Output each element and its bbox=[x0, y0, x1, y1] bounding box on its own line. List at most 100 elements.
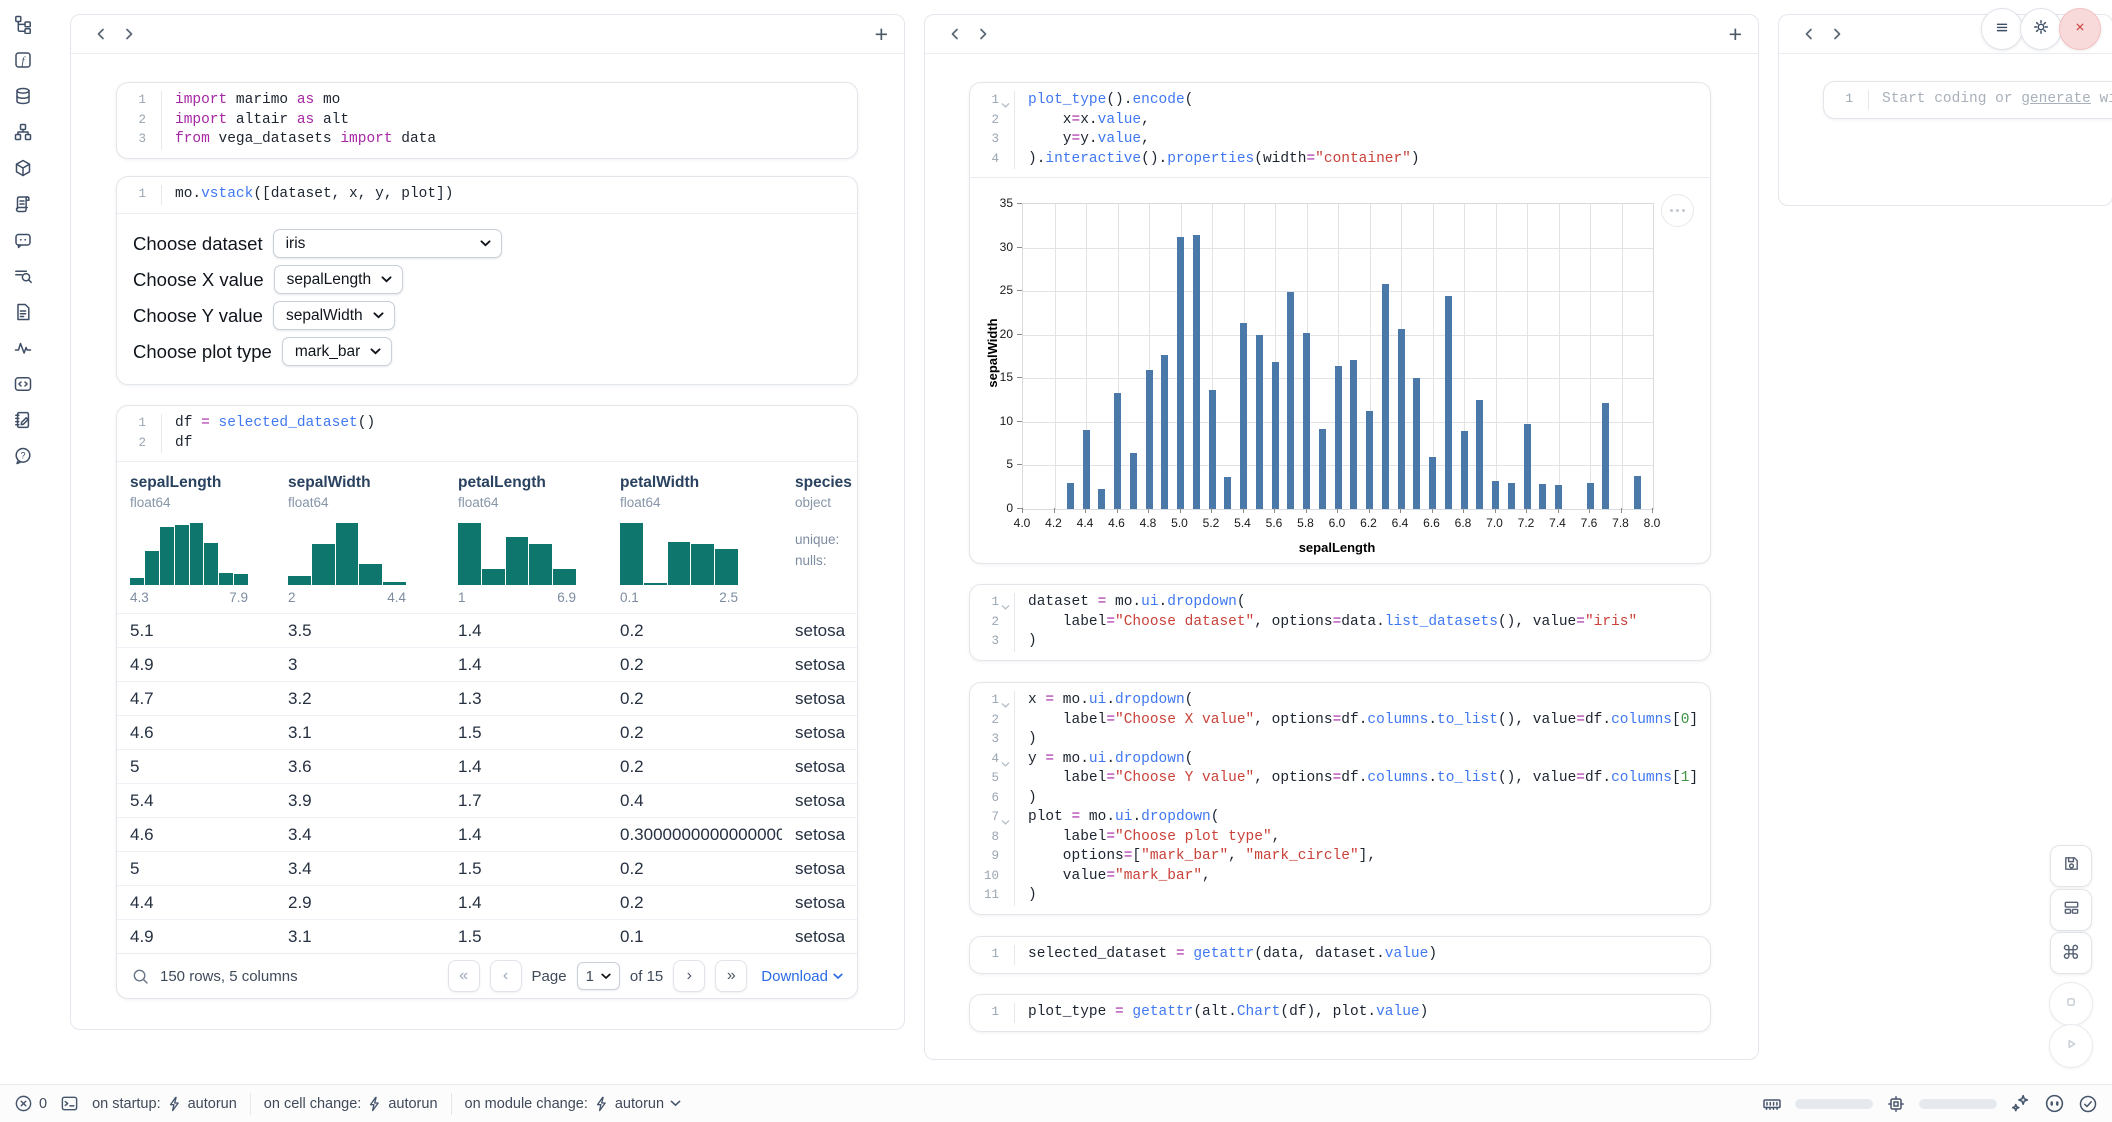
stop-button[interactable] bbox=[2049, 982, 2093, 1026]
layout-button[interactable] bbox=[2050, 889, 2092, 931]
dropdown-x-value[interactable]: sepalLength bbox=[274, 265, 403, 294]
column-header-species[interactable]: speciesobjectunique:nulls: bbox=[782, 474, 857, 605]
chart-bar[interactable] bbox=[1445, 296, 1452, 509]
terminal-button[interactable] bbox=[60, 1094, 79, 1113]
chart-bar[interactable] bbox=[1587, 483, 1594, 509]
chart-bar[interactable] bbox=[1335, 366, 1342, 509]
cell-dataframe[interactable]: 1df = selected_dataset()2df sepalLengthf… bbox=[116, 405, 858, 999]
chart-bar[interactable] bbox=[1398, 329, 1405, 509]
chart-bar[interactable] bbox=[1224, 477, 1231, 509]
cell-chart[interactable]: 1plot_type().encode(2 x=x.value,3 y=y.va… bbox=[969, 82, 1711, 564]
chart-bar[interactable] bbox=[1098, 489, 1105, 509]
column-scroll-left-icon[interactable] bbox=[87, 21, 115, 47]
dropdown-y-value[interactable]: sepalWidth bbox=[273, 301, 395, 330]
chart-bar[interactable] bbox=[1366, 411, 1373, 509]
chart-bar[interactable] bbox=[1461, 431, 1468, 509]
code-editor[interactable]: 1plot_type = getattr(alt.Chart(df), plot… bbox=[970, 995, 1710, 1031]
code-editor[interactable]: 1dataset = mo.ui.dropdown(2 label="Choos… bbox=[970, 585, 1710, 660]
cell-imports[interactable]: 1import marimo as mo2import altair as al… bbox=[116, 82, 858, 159]
sidebar-dependency-graph-icon[interactable] bbox=[13, 122, 33, 142]
cell-plot-type[interactable]: 1plot_type = getattr(alt.Chart(df), plot… bbox=[969, 994, 1711, 1032]
sidebar-variables-icon[interactable]: f bbox=[13, 50, 33, 70]
sidebar-tracing-icon[interactable] bbox=[13, 338, 33, 358]
ai-sparkles-button[interactable] bbox=[2010, 1093, 2031, 1114]
chart-bar[interactable] bbox=[1272, 362, 1279, 509]
sidebar-documentation-icon[interactable] bbox=[13, 302, 33, 322]
chart-bar[interactable] bbox=[1240, 323, 1247, 509]
chart-plot-area[interactable] bbox=[1022, 203, 1654, 510]
chart-bar[interactable] bbox=[1634, 476, 1641, 509]
chart-bar[interactable] bbox=[1209, 390, 1216, 509]
autorun-segment[interactable]: on cell change:autorun bbox=[264, 1096, 438, 1112]
column-header-petalLength[interactable]: petalLengthfloat6416.9 bbox=[445, 474, 607, 605]
table-row[interactable]: 4.42.91.40.2setosa bbox=[117, 885, 857, 919]
page-select[interactable]: 1 bbox=[577, 962, 620, 990]
command-palette-button[interactable]: ⌘ bbox=[2050, 932, 2092, 974]
add-cell-button[interactable]: + bbox=[1729, 23, 1742, 46]
code-editor[interactable]: 1selected_dataset = getattr(data, datase… bbox=[970, 937, 1710, 973]
sidebar-datasources-icon[interactable] bbox=[13, 86, 33, 106]
table-row[interactable]: 4.93.11.50.1setosa bbox=[117, 919, 857, 953]
connection-status-button[interactable] bbox=[2078, 1094, 2098, 1114]
cell-selected-dataset[interactable]: 1selected_dataset = getattr(data, datase… bbox=[969, 936, 1711, 974]
chart-bar[interactable] bbox=[1193, 235, 1200, 509]
chart-bar[interactable] bbox=[1146, 370, 1153, 509]
chart-bar[interactable] bbox=[1256, 335, 1263, 509]
first-page-button[interactable]: « bbox=[448, 960, 480, 992]
table-row[interactable]: 53.61.40.2setosa bbox=[117, 749, 857, 783]
column-scroll-right-icon[interactable] bbox=[115, 21, 143, 47]
next-page-button[interactable]: › bbox=[673, 960, 705, 992]
code-editor[interactable]: 1df = selected_dataset()2df bbox=[117, 406, 857, 461]
code-editor[interactable]: 1import marimo as mo2import altair as al… bbox=[117, 83, 857, 158]
table-row[interactable]: 4.63.41.40.30000000000000004setosa bbox=[117, 817, 857, 851]
chart-menu-button[interactable] bbox=[1661, 194, 1694, 227]
cell-xy-plot-dropdowns[interactable]: 1x = mo.ui.dropdown(2 label="Choose X va… bbox=[969, 682, 1711, 915]
dropdown-plot-type[interactable]: mark_bar bbox=[282, 337, 392, 366]
code-editor[interactable]: 1x = mo.ui.dropdown(2 label="Choose X va… bbox=[970, 683, 1710, 914]
column-scroll-left-icon[interactable] bbox=[1795, 21, 1823, 47]
errors-button[interactable] bbox=[14, 1094, 33, 1113]
column-scroll-right-icon[interactable] bbox=[969, 21, 997, 47]
table-row[interactable]: 5.13.51.40.2setosa bbox=[117, 613, 857, 647]
chart-bar[interactable] bbox=[1524, 424, 1531, 509]
table-row[interactable]: 4.73.21.30.2setosa bbox=[117, 681, 857, 715]
column-scroll-left-icon[interactable] bbox=[941, 21, 969, 47]
altair-bar-chart[interactable]: 051015202530354.04.24.44.64.85.05.25.45.… bbox=[970, 178, 1710, 563]
column-scroll-right-icon[interactable] bbox=[1823, 21, 1851, 47]
sidebar-logs-icon[interactable] bbox=[13, 194, 33, 214]
run-button[interactable] bbox=[2049, 1024, 2093, 1068]
sidebar-outline-search-icon[interactable] bbox=[13, 266, 33, 286]
chart-bar[interactable] bbox=[1350, 360, 1357, 509]
close-button[interactable] bbox=[2059, 8, 2101, 50]
chart-bar[interactable] bbox=[1161, 355, 1168, 509]
chart-bar[interactable] bbox=[1508, 483, 1515, 509]
sidebar-snippets-icon[interactable] bbox=[13, 374, 33, 394]
code-editor[interactable]: 1plot_type().encode(2 x=x.value,3 y=y.va… bbox=[970, 83, 1710, 177]
chart-bar[interactable] bbox=[1429, 457, 1436, 509]
sidebar-packages-icon[interactable] bbox=[13, 158, 33, 178]
chart-bar[interactable] bbox=[1476, 400, 1483, 509]
save-button[interactable] bbox=[2050, 845, 2092, 887]
code-editor[interactable]: 1Start coding or generate with AI bbox=[1824, 82, 2112, 118]
copilot-button[interactable] bbox=[2044, 1093, 2065, 1114]
autorun-segment[interactable]: on startup:autorun bbox=[92, 1096, 237, 1112]
cell-empty-scratch[interactable]: 1Start coding or generate with AI bbox=[1823, 81, 2112, 119]
chart-bar[interactable] bbox=[1130, 453, 1137, 509]
prev-page-button[interactable]: ‹ bbox=[490, 960, 522, 992]
table-row[interactable]: 4.931.40.2setosa bbox=[117, 647, 857, 681]
table-row[interactable]: 5.43.91.70.4setosa bbox=[117, 783, 857, 817]
sidebar-scratchpad-icon[interactable] bbox=[13, 410, 33, 430]
chart-bar[interactable] bbox=[1382, 284, 1389, 509]
cell-vstack[interactable]: 1mo.vstack([dataset, x, y, plot]) Choose… bbox=[116, 176, 858, 385]
chart-bar[interactable] bbox=[1067, 483, 1074, 509]
settings-button[interactable] bbox=[2020, 8, 2062, 50]
chart-bar[interactable] bbox=[1177, 237, 1184, 509]
sidebar-file-explorer-icon[interactable] bbox=[13, 14, 33, 34]
chart-bar[interactable] bbox=[1602, 403, 1609, 509]
column-header-petalWidth[interactable]: petalWidthfloat640.12.5 bbox=[607, 474, 782, 605]
dropdown-dataset[interactable]: iris bbox=[273, 229, 502, 258]
chart-bar[interactable] bbox=[1492, 481, 1499, 509]
code-editor[interactable]: 1mo.vstack([dataset, x, y, plot]) bbox=[117, 177, 857, 213]
chart-bar[interactable] bbox=[1303, 333, 1310, 509]
chart-bar[interactable] bbox=[1114, 393, 1121, 509]
